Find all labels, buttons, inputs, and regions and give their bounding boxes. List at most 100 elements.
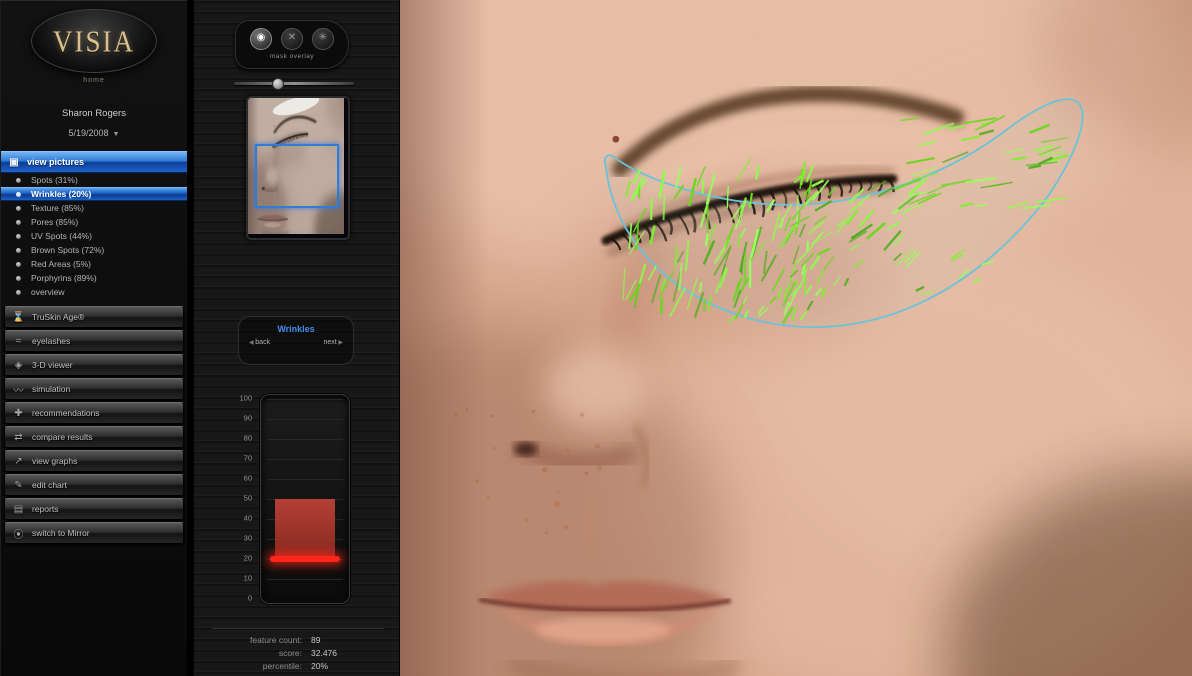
bullet-icon <box>16 248 21 253</box>
menu-item-label: Spots (31%) <box>31 175 78 185</box>
action-label: TruSkin Age® <box>32 312 84 322</box>
switch-to-mirror-button[interactable]: ⦿switch to Mirror <box>4 522 184 544</box>
sidebar-item-spots[interactable]: Spots (31%) <box>1 173 187 187</box>
menu-item-label: Texture (85%) <box>31 203 84 213</box>
menu-item-label: Porphyrins (89%) <box>31 273 97 283</box>
brand-logo: VISIA home <box>1 1 187 84</box>
reports-button[interactable]: ▤reports <box>4 498 184 520</box>
face-photo <box>400 0 1192 676</box>
simulation-button[interactable]: 〰simulation <box>4 378 184 400</box>
stat-feature-count: feature count: 89 <box>212 634 384 647</box>
menu-item-label: UV Spots (44%) <box>31 231 92 241</box>
stat-percentile: percentile: 20% <box>212 660 384 673</box>
score-range-bar <box>275 499 335 559</box>
action-label: simulation <box>32 384 70 394</box>
recommendations-button[interactable]: ✚recommendations <box>4 402 184 424</box>
slider-handle[interactable] <box>272 78 284 90</box>
percentile-gauge: 100 90 80 70 60 50 40 30 20 10 0 <box>228 394 378 604</box>
percentile-marker <box>270 556 340 562</box>
sidebar-item-texture[interactable]: Texture (85%) <box>1 201 187 215</box>
action-label: view graphs <box>32 456 77 466</box>
compare-results-button[interactable]: ⇄compare results <box>4 426 184 448</box>
stat-label: percentile: <box>212 660 302 673</box>
brand-tagline: home <box>1 77 187 84</box>
action-label: compare results <box>32 432 92 442</box>
patient-name: Sharon Rogers <box>1 108 187 119</box>
back-button[interactable]: ◀ back <box>249 339 270 346</box>
bullet-icon <box>16 220 21 225</box>
action-label: recommendations <box>32 408 100 418</box>
main-photo-view <box>400 0 1192 676</box>
gauge-tick-label: 0 <box>222 594 252 603</box>
sidebar-item-uv-spots[interactable]: UV Spots (44%) <box>1 229 187 243</box>
sidebar-item-pores[interactable]: Pores (85%) <box>1 215 187 229</box>
bullet-icon <box>16 206 21 211</box>
gauge-track <box>260 394 350 604</box>
patient-block: Sharon Rogers 5/19/2008 ▼ <box>1 108 187 138</box>
sidebar-item-porphyrins[interactable]: Porphyrins (89%) <box>1 271 187 285</box>
visia-app-window: VISIA home Sharon Rogers 5/19/2008 ▼ ▣ vi… <box>0 0 1192 676</box>
stat-label: score: <box>212 647 302 660</box>
next-label: next <box>323 339 336 346</box>
slider-track[interactable] <box>234 82 354 85</box>
simulation-icon: 〰 <box>5 382 32 397</box>
menu-item-label: Brown Spots (72%) <box>31 245 104 255</box>
feature-navigator: Wrinkles ◀ back next ▶ <box>238 316 354 365</box>
menu-item-label: Wrinkles (20%) <box>31 189 91 199</box>
chevron-right-icon: ▶ <box>337 340 343 346</box>
back-label: back <box>255 339 270 346</box>
overlay-mode-normal-button[interactable]: ◉ <box>250 28 272 50</box>
action-label: edit chart <box>32 480 67 490</box>
gauge-tick-label: 40 <box>222 514 252 523</box>
view-graphs-button[interactable]: ↗view graphs <box>4 450 184 472</box>
action-label: 3-D viewer <box>32 360 73 370</box>
mirror-icon: ⦿ <box>5 526 32 541</box>
bullet-icon <box>16 290 21 295</box>
menu-header-label: view pictures <box>27 157 84 167</box>
eyelashes-button[interactable]: ≈eyelashes <box>4 330 184 352</box>
mask-overlay-label: mask overlay <box>236 53 348 60</box>
pictures-icon: ▣ <box>1 157 27 168</box>
stat-score: score: 32.476 <box>212 647 384 660</box>
stats-block: feature count: 89 score: 32.476 percenti… <box>212 628 384 673</box>
sidebar: VISIA home Sharon Rogers 5/19/2008 ▼ ▣ vi… <box>0 0 187 676</box>
gauge-inner <box>267 399 343 599</box>
session-date-dropdown[interactable]: 5/19/2008 ▼ <box>1 128 187 138</box>
gauge-tick-label: 70 <box>222 454 252 463</box>
action-label: eyelashes <box>32 336 70 346</box>
next-button[interactable]: next ▶ <box>323 339 343 346</box>
eyelashes-icon: ≈ <box>5 336 32 347</box>
face-thumbnail[interactable] <box>246 96 350 240</box>
chevron-down-icon: ▼ <box>113 131 120 138</box>
sidebar-item-overview[interactable]: overview <box>1 285 187 299</box>
overlay-mode-settings-button[interactable]: ✳ <box>312 28 334 50</box>
brand-name: VISIA <box>53 23 135 59</box>
gauge-tick-label: 30 <box>222 534 252 543</box>
3d-viewer-button[interactable]: ◈3-D viewer <box>4 354 184 376</box>
edit-chart-icon: ✎ <box>5 480 32 491</box>
bullet-icon <box>16 178 21 183</box>
action-buttons: ⌛TruSkin Age® ≈eyelashes ◈3-D viewer 〰si… <box>1 306 187 544</box>
3d-viewer-icon: ◈ <box>5 360 32 371</box>
compare-results-icon: ⇄ <box>5 432 32 443</box>
action-label: switch to Mirror <box>32 528 90 538</box>
gauge-tick-label: 100 <box>222 394 252 403</box>
session-date: 5/19/2008 <box>69 128 109 138</box>
stat-label: feature count: <box>212 634 302 647</box>
truskin-age-button[interactable]: ⌛TruSkin Age® <box>4 306 184 328</box>
edit-chart-button[interactable]: ✎edit chart <box>4 474 184 496</box>
stat-value: 32.476 <box>311 647 337 660</box>
sidebar-item-view-pictures[interactable]: ▣ view pictures <box>1 151 187 173</box>
stat-value: 20% <box>311 660 328 673</box>
recommendations-icon: ✚ <box>5 408 32 419</box>
sidebar-item-brown-spots[interactable]: Brown Spots (72%) <box>1 243 187 257</box>
visia-logo-oval: VISIA <box>31 9 157 73</box>
overlay-opacity-slider[interactable] <box>234 78 354 88</box>
mask-overlay-control: ◉ ✕ ✳ mask overlay <box>235 20 349 69</box>
overlay-mode-mask-button[interactable]: ✕ <box>281 28 303 50</box>
bullet-icon <box>16 192 21 197</box>
bullet-icon <box>16 234 21 239</box>
truskin-age-icon: ⌛ <box>5 312 32 323</box>
sidebar-item-red-areas[interactable]: Red Areas (5%) <box>1 257 187 271</box>
sidebar-item-wrinkles[interactable]: Wrinkles (20%) <box>1 187 187 201</box>
